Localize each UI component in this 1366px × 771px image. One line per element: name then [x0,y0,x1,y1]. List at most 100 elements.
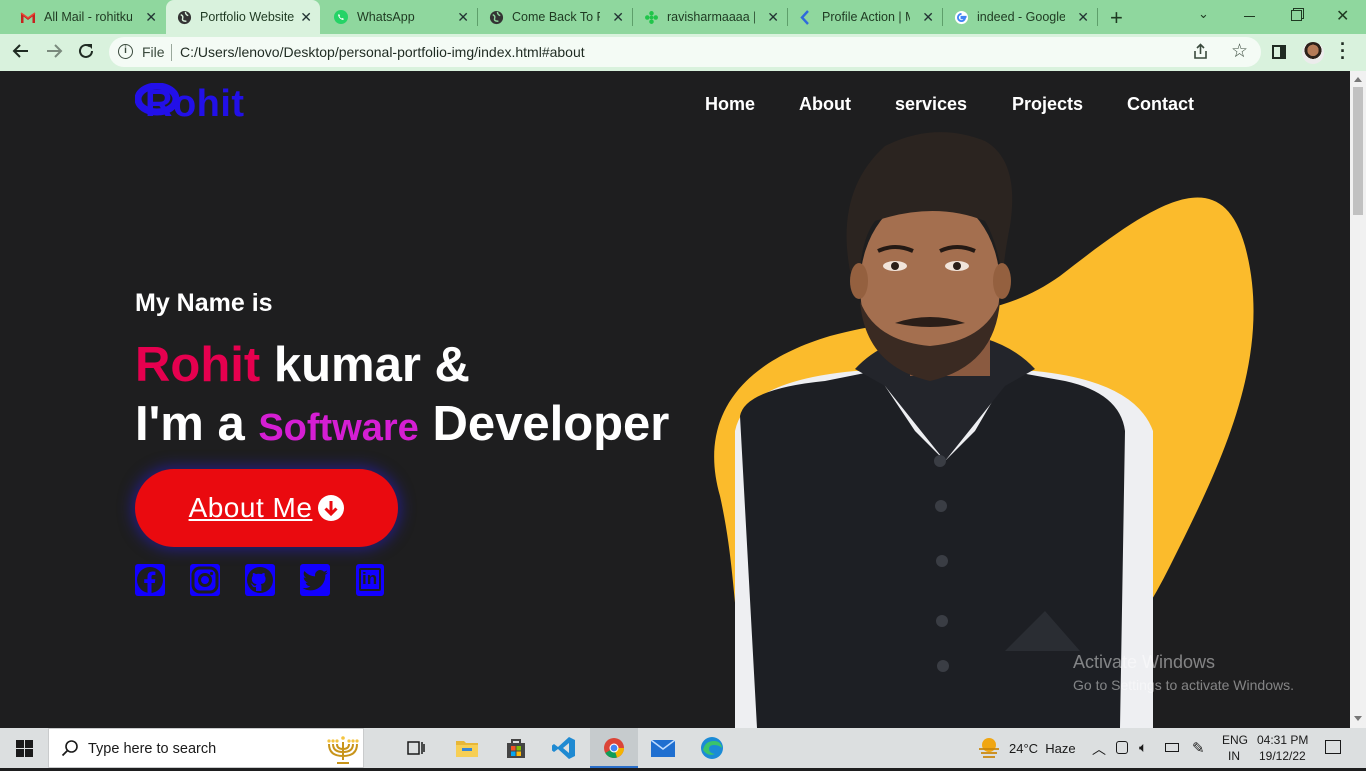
close-tab-icon[interactable]: ✕ [767,9,779,26]
scheme-label: File [142,44,165,60]
close-tab-icon[interactable]: ✕ [922,9,934,26]
arrow-down-circle-icon [318,495,345,521]
profile-avatar[interactable] [1302,42,1324,64]
mail-icon[interactable] [650,739,676,762]
page-scrollbar[interactable] [1350,71,1366,728]
info-icon[interactable]: i [118,44,133,59]
weather-text[interactable]: 24°C Haze [1009,741,1076,756]
address-separator [171,44,172,61]
close-tab-icon[interactable]: ✕ [1077,9,1089,26]
task-view-icon[interactable] [407,739,425,762]
search-placeholder: Type here to search [88,741,217,757]
scroll-up-icon[interactable] [1354,77,1362,82]
facebook-icon[interactable] [135,564,165,596]
tab-separator [1097,8,1098,26]
whatsapp-icon [333,9,349,25]
twitter-icon[interactable] [300,564,330,596]
linkedin-icon[interactable]: in [356,564,384,596]
scroll-thumb[interactable] [1353,87,1363,215]
flower-icon [643,9,659,25]
portfolio-page: Rohit Home About services Projects Conta… [0,71,1350,728]
notification-icon[interactable] [1325,740,1341,754]
nav-projects[interactable]: Projects [1012,94,1083,115]
about-me-label: About Me [188,492,313,523]
tab-come-back[interactable]: Come Back To Po ✕ [478,0,632,34]
close-tab-icon[interactable]: ✕ [457,9,469,26]
hero-name-line: Rohit kumar & [135,337,470,393]
browser-tab-strip: All Mail - rohitku ✕ Portfolio Website ✕… [0,0,1366,34]
forward-icon[interactable] [45,42,63,65]
close-window-icon[interactable]: ✕ [1336,6,1349,26]
kebab-menu-icon[interactable]: · · · [1340,35,1346,67]
google-icon [953,9,969,25]
tab-gmail[interactable]: All Mail - rohitku ✕ [0,0,165,34]
tab-label: Come Back To Po [512,10,600,24]
activate-windows-subtitle: Go to Settings to activate Windows. [1073,677,1294,693]
clock-time[interactable]: 04:31 PM [1257,733,1308,747]
github-icon[interactable] [245,564,275,596]
tab-label: Portfolio Website [200,10,294,24]
close-tab-icon[interactable]: ✕ [612,9,624,26]
hero-role-rest: Developer [432,397,670,451]
meet-now-icon[interactable] [1116,741,1128,754]
chrome-icon [603,737,625,764]
volume-icon[interactable]: 🔈︎ [1139,739,1147,756]
instagram-icon[interactable] [190,564,220,596]
close-tab-icon[interactable]: ✕ [145,9,157,26]
file-explorer-icon[interactable] [455,738,479,763]
tab-whatsapp[interactable]: WhatsApp ✕ [321,0,477,34]
kotlin-icon [798,9,814,25]
tab-label: Profile Action | M [822,10,910,24]
back-icon[interactable] [12,42,30,65]
about-me-button[interactable]: About Me [135,469,398,547]
globe-icon [176,9,192,25]
profile-photo [735,131,1153,728]
search-icon [61,739,79,762]
hero-role-line: I'm a Software Developer [135,396,669,452]
side-panel-icon[interactable] [1272,45,1286,59]
tab-portfolio-website[interactable]: Portfolio Website ✕ [166,0,320,34]
activate-windows-title: Activate Windows [1073,652,1216,672]
hero-first-name: Rohit [135,338,261,392]
windows-start-icon[interactable] [16,740,33,762]
nav-home[interactable]: Home [705,94,755,115]
battery-icon[interactable] [1165,743,1179,752]
close-tab-icon[interactable]: ✕ [300,9,312,26]
new-tab-icon[interactable]: + [1110,5,1123,31]
globe-icon [488,9,504,25]
scroll-down-icon[interactable] [1354,716,1362,721]
clock-date[interactable]: 19/12/22 [1259,749,1306,763]
taskbar-search-box[interactable]: Type here to search [48,728,364,768]
weather-icon[interactable] [976,736,1002,763]
hero-role-highlight: Software [258,407,419,449]
tab-label: ravisharmaaaa | I [667,10,755,24]
linkedin-icon-text: in [362,569,378,588]
nav-contact[interactable]: Contact [1127,94,1194,115]
microsoft-store-icon[interactable] [505,737,527,764]
tab-ravisharmaaaa[interactable]: ravisharmaaaa | I ✕ [633,0,787,34]
address-bar[interactable]: i File C:/Users/lenovo/Desktop/personal-… [109,37,1261,67]
minimize-icon[interactable] [1244,16,1255,17]
tab-label: indeed - Google [977,10,1065,24]
hero-role-prefix: I'm a [135,397,245,451]
gmail-icon [20,9,36,25]
language-eng[interactable]: ENG [1222,733,1248,747]
vscode-icon[interactable] [552,736,576,765]
url-text[interactable]: C:/Users/lenovo/Desktop/personal-portfol… [180,44,585,60]
share-icon[interactable] [1192,43,1209,65]
tray-chevron-up-icon[interactable]: ︿ [1092,739,1106,759]
restore-icon[interactable] [1291,10,1302,21]
tab-profile-action[interactable]: Profile Action | M ✕ [788,0,942,34]
nav-services[interactable]: services [895,94,967,115]
tab-indeed-google[interactable]: indeed - Google ✕ [943,0,1097,34]
edge-icon[interactable] [700,736,724,765]
hero-name-rest: kumar & [273,338,470,392]
reload-icon[interactable] [77,42,95,65]
pen-icon[interactable]: ✎ [1192,739,1205,757]
chrome-taskbar-button[interactable] [590,728,638,768]
language-in[interactable]: IN [1228,749,1240,763]
hero-intro: My Name is [135,289,273,317]
bookmark-star-icon[interactable]: ☆ [1231,40,1248,63]
nav-about[interactable]: About [799,94,851,115]
tab-search-icon[interactable]: ⌄ [1198,6,1209,22]
